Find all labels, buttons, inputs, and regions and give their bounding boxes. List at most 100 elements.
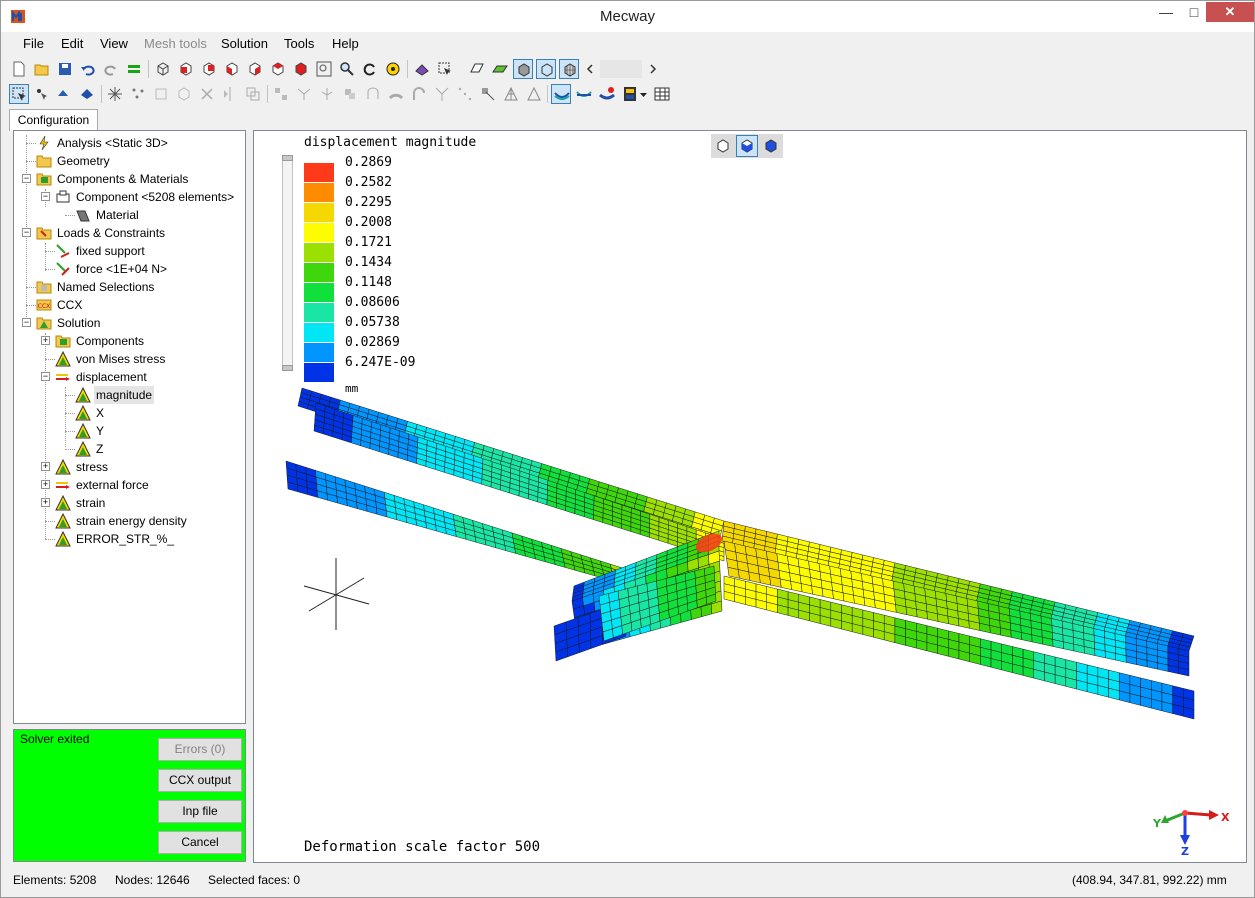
expand-toggle[interactable]: +: [41, 498, 50, 507]
triangle-icon: [527, 86, 541, 101]
open-file-button[interactable]: [32, 59, 52, 79]
menu-mesh-tools[interactable]: Mesh tools: [144, 36, 207, 51]
model-viewport[interactable]: displacement magnitude 0.2869 0.2582 0.229…: [253, 130, 1247, 863]
wire-cube-icon: [157, 62, 169, 76]
solver-status: Solver exited: [20, 732, 90, 746]
mirror-button[interactable]: [220, 84, 240, 104]
view-left-button[interactable]: [222, 59, 242, 79]
status-selected: Selected faces: 0: [208, 873, 301, 887]
expand-toggle[interactable]: +: [41, 462, 50, 471]
dots-icon: [458, 87, 472, 101]
menu-solution[interactable]: Solution: [221, 36, 268, 51]
delete-button[interactable]: [197, 84, 217, 104]
merge-nodes-button[interactable]: [294, 84, 314, 104]
collapse-toggle[interactable]: −: [41, 192, 50, 201]
menu-edit[interactable]: Edit: [61, 36, 83, 51]
clip-plane-button[interactable]: [467, 59, 487, 79]
save-button[interactable]: [55, 59, 75, 79]
copy-button[interactable]: [243, 84, 263, 104]
zoom-button[interactable]: [337, 59, 357, 79]
project-button[interactable]: [478, 84, 498, 104]
zoom-fit-button[interactable]: [314, 59, 334, 79]
menu-help[interactable]: Help: [332, 36, 359, 51]
animate-button[interactable]: [597, 84, 617, 104]
view-right-button[interactable]: [245, 59, 265, 79]
cube-back-icon: [203, 62, 215, 76]
revolve-button[interactable]: [363, 84, 383, 104]
film-dropdown-button[interactable]: [638, 84, 650, 104]
select-faces-button[interactable]: [55, 84, 75, 104]
view-back-button[interactable]: [199, 59, 219, 79]
wireframe-view-button[interactable]: [536, 59, 556, 79]
title-bar: Mecway — □ ✕: [1, 1, 1254, 32]
fe-mesh-model[interactable]: [254, 131, 1247, 863]
ccx-output-button[interactable]: CCX output: [158, 769, 242, 792]
cube-disabled-button[interactable]: [174, 84, 194, 104]
collapse-toggle[interactable]: −: [41, 372, 50, 381]
expand-toggle[interactable]: +: [41, 336, 50, 345]
minimize-button[interactable]: —: [1155, 2, 1177, 24]
select-nodes-button[interactable]: [32, 84, 52, 104]
rotate-button[interactable]: [360, 59, 380, 79]
mesh-view-button[interactable]: [559, 59, 579, 79]
scatter-nodes-button[interactable]: [455, 84, 475, 104]
tree-label: Loads & Constraints: [57, 226, 166, 240]
equals-button[interactable]: [124, 59, 144, 79]
undo-button[interactable]: [78, 59, 98, 79]
cube-front-icon: [180, 62, 192, 76]
render-button[interactable]: [412, 59, 432, 79]
toolbar-scroll-right[interactable]: [645, 59, 661, 79]
select-button[interactable]: [9, 84, 29, 104]
redo-button[interactable]: [101, 59, 121, 79]
collapse-toggle[interactable]: −: [22, 318, 31, 327]
explode-button[interactable]: [105, 84, 125, 104]
refine-button[interactable]: [432, 84, 452, 104]
tab-configuration[interactable]: Configuration: [9, 109, 98, 131]
square-icon: [155, 88, 167, 100]
named-selections-icon: [36, 281, 52, 294]
selection-mode-button[interactable]: [435, 59, 455, 79]
select-elements-button[interactable]: [78, 84, 98, 104]
solid-view-button[interactable]: [513, 59, 533, 79]
expand-toggle[interactable]: +: [41, 480, 50, 489]
magnifier-icon: [340, 62, 354, 76]
cube-outline-icon: [178, 87, 190, 101]
new-file-button[interactable]: [9, 59, 29, 79]
menu-tools[interactable]: Tools: [284, 36, 314, 51]
view-front-button[interactable]: [176, 59, 196, 79]
tri-button[interactable]: [524, 84, 544, 104]
cancel-button[interactable]: Cancel: [158, 831, 242, 854]
pan-button[interactable]: [383, 59, 403, 79]
errors-button[interactable]: Errors (0): [158, 738, 242, 761]
inp-file-button[interactable]: Inp file: [158, 800, 242, 823]
menu-view[interactable]: View: [100, 36, 128, 51]
split-button[interactable]: [317, 84, 337, 104]
maximize-button[interactable]: □: [1183, 2, 1205, 24]
bend-button[interactable]: [409, 84, 429, 104]
extrude-button[interactable]: [340, 84, 360, 104]
collapse-toggle[interactable]: −: [22, 174, 31, 183]
view-top-button[interactable]: [268, 59, 288, 79]
tree-label: fixed support: [76, 244, 145, 258]
square-button[interactable]: [151, 84, 171, 104]
sweep-button[interactable]: [386, 84, 406, 104]
collapse-toggle[interactable]: −: [22, 228, 31, 237]
close-button[interactable]: ✕: [1206, 2, 1254, 22]
view-bottom-button[interactable]: [291, 59, 311, 79]
cube-top-icon: [272, 62, 284, 76]
shaded-view-button[interactable]: [490, 59, 510, 79]
deformed-view-button[interactable]: [551, 84, 571, 104]
menu-file[interactable]: File: [23, 36, 44, 51]
undeformed-view-button[interactable]: [574, 84, 594, 104]
film-button[interactable]: [620, 84, 640, 104]
tab-strip: Configuration: [1, 105, 1254, 131]
scatter-button[interactable]: [128, 84, 148, 104]
render-icon: [415, 64, 429, 76]
view-wire-cube-button[interactable]: [153, 59, 173, 79]
toolbar-scroll-left[interactable]: [582, 59, 598, 79]
table-button[interactable]: [652, 84, 672, 104]
tri-mesh-button[interactable]: [501, 84, 521, 104]
displacement-arrows-icon: [56, 374, 70, 381]
move-nodes-button[interactable]: [271, 84, 291, 104]
toolbar-scroll-track[interactable]: [600, 60, 642, 78]
